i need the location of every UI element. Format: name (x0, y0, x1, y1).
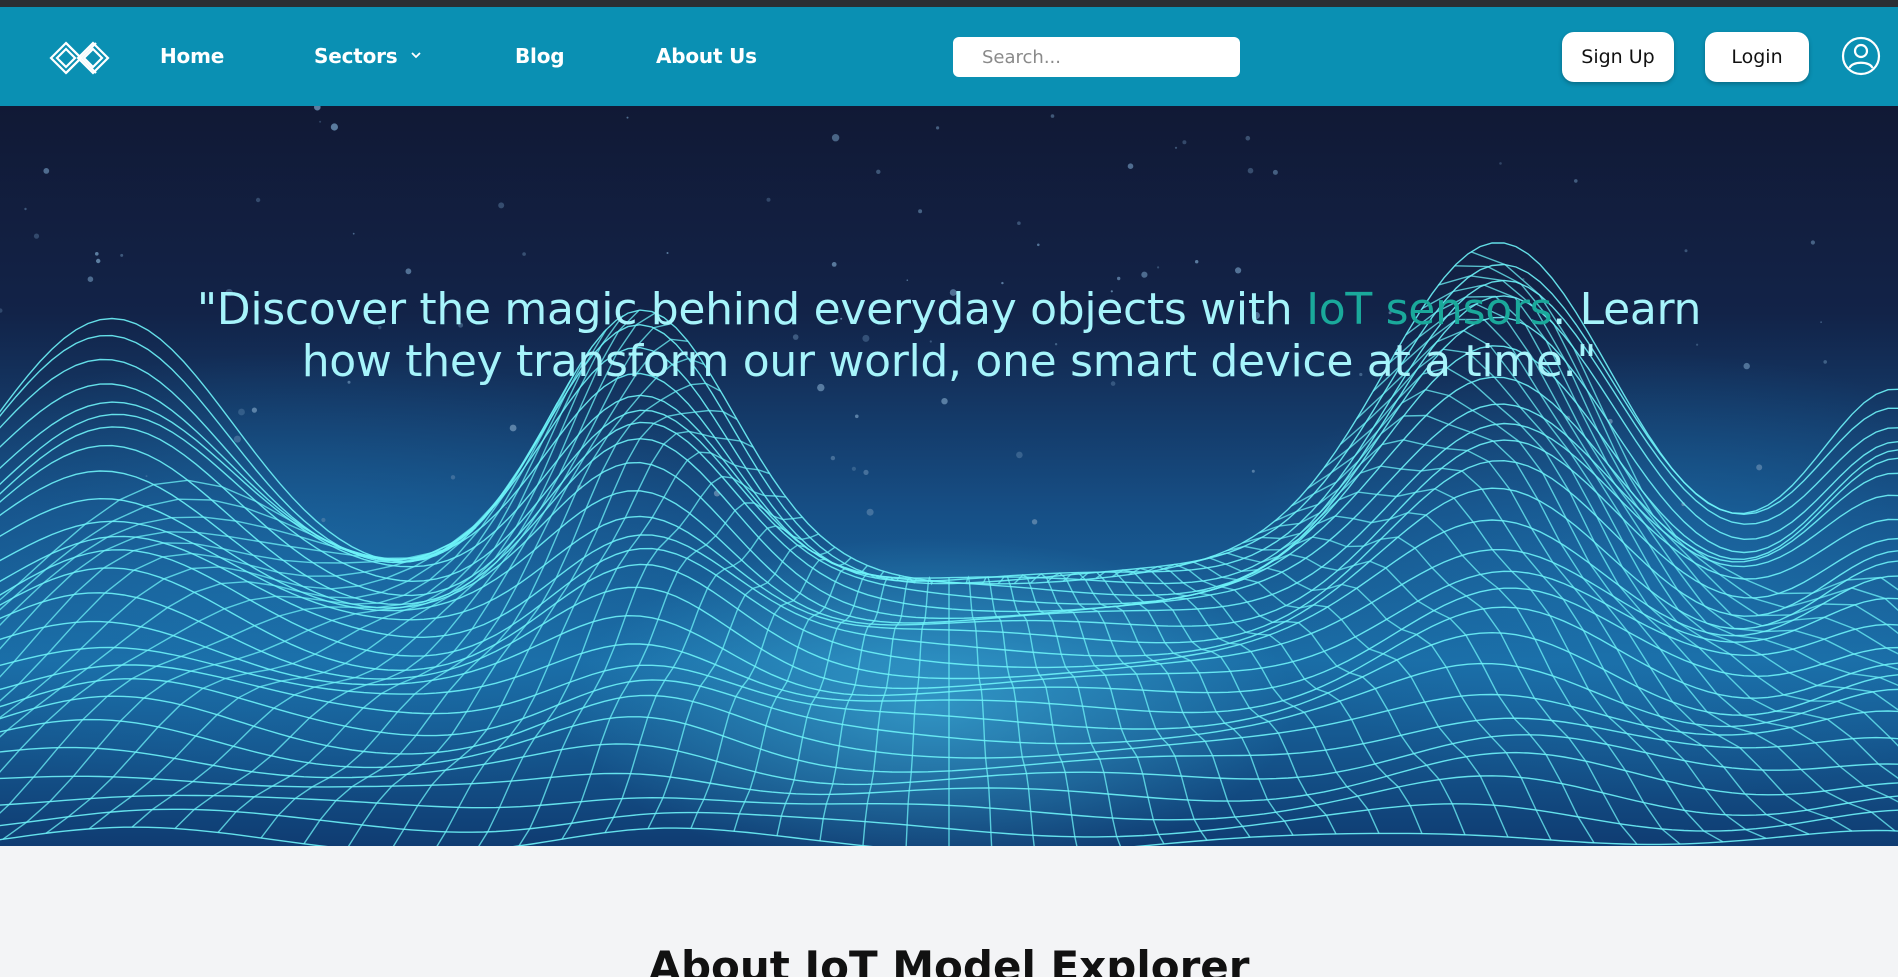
nav-about-us[interactable]: About Us (656, 7, 757, 106)
nav-home[interactable]: Home (160, 7, 224, 106)
wireframe-mountains-art (0, 106, 1898, 846)
hero-banner: "Discover the magic behind everyday obje… (0, 106, 1898, 846)
hero-quote: "Discover the magic behind everyday obje… (150, 284, 1748, 388)
chevron-down-icon (410, 51, 421, 58)
about-section: About IoT Model Explorer (0, 846, 1898, 977)
about-title: About IoT Model Explorer (648, 942, 1250, 977)
navbar: Home Sectors Blog About Us Sign Up Login (0, 7, 1898, 106)
nav-blog[interactable]: Blog (515, 7, 565, 106)
window-top-strip (0, 0, 1898, 7)
user-avatar-icon[interactable] (1841, 36, 1881, 76)
logo-icon[interactable] (47, 33, 112, 83)
nav-sectors[interactable]: Sectors (314, 7, 422, 106)
hero-quote-start: "Discover the magic behind everyday obje… (196, 284, 1307, 335)
nav-sectors-label: Sectors (314, 44, 398, 68)
hero-quote-highlight: IoT sensors (1306, 284, 1553, 335)
login-button[interactable]: Login (1705, 32, 1809, 82)
sign-up-button[interactable]: Sign Up (1562, 32, 1674, 82)
search-input[interactable] (953, 37, 1240, 77)
